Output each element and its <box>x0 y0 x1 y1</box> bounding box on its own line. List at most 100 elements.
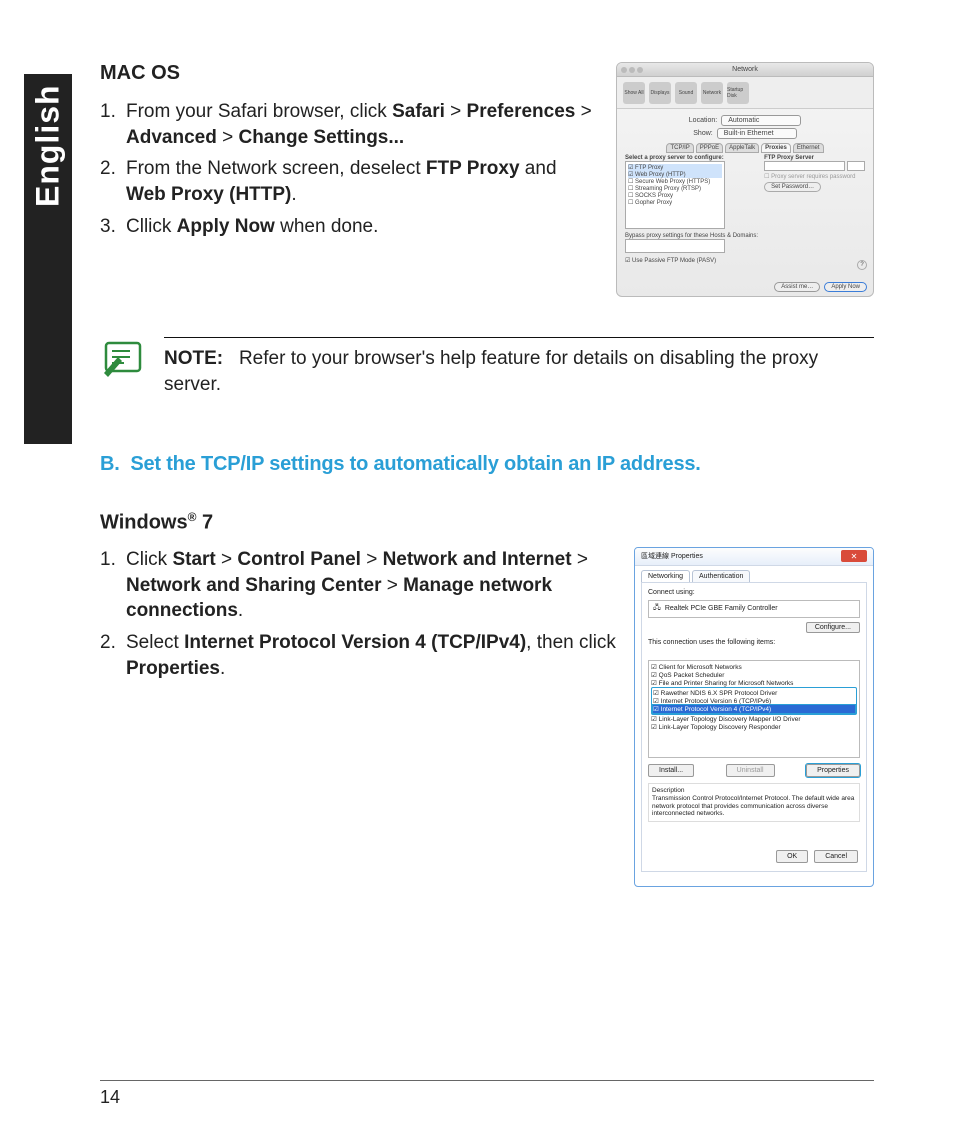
list-item: QoS Packet Scheduler <box>659 672 725 679</box>
password-required-label: Proxy server requires password <box>771 174 855 180</box>
tab-authentication: Authentication <box>692 570 750 582</box>
window-title: Network <box>617 66 873 73</box>
list-item-selected: Internet Protocol Version 4 (TCP/IPv4) <box>661 706 772 713</box>
macos-step-3: 3. Cllick Apply Now when done. <box>100 214 596 240</box>
note-label: NOTE: <box>164 348 223 369</box>
term-ipv4: Internet Protocol Version 4 (TCP/IPv4) <box>184 632 526 653</box>
macos-step-1: 1. From your Safari browser, click Safar… <box>100 99 596 150</box>
win-step-2: 2. Select Internet Protocol Version 4 (T… <box>100 630 616 681</box>
apply-now-button: Apply Now <box>824 282 867 292</box>
toolbar-sound: Sound <box>675 82 697 104</box>
macos-heading: MAC OS <box>100 62 596 85</box>
page-footer: 14 <box>100 1080 874 1108</box>
term-ftp-proxy: FTP Proxy <box>426 158 520 179</box>
properties-button: Properties <box>806 764 860 777</box>
close-button-icon: ✕ <box>841 550 867 562</box>
term-properties: Properties <box>126 658 220 679</box>
term-network-internet: Network and Internet <box>383 549 572 570</box>
toolbar-network: Network <box>701 82 723 104</box>
step-number: 2. <box>100 156 126 207</box>
sep: > <box>572 549 588 570</box>
term-advanced: Advanced <box>126 127 217 148</box>
windows-properties-screenshot: 區域連線 Properties ✕ Networking Authenticat… <box>634 547 874 887</box>
step-number: 2. <box>100 630 126 681</box>
language-tab: English <box>24 74 72 444</box>
section-prefix: B. <box>100 453 120 475</box>
tab-proxies: Proxies <box>761 143 791 153</box>
list-item: Rawether NDIS 6.X SPR Protocol Driver <box>661 690 778 697</box>
list-item: Link-Layer Topology Discovery Mapper I/O… <box>659 716 801 723</box>
windows7-heading: Windows® 7 <box>100 510 874 535</box>
location-select: Automatic <box>721 115 801 126</box>
adapter-field: 🖧 Realtek PCIe GBE Family Controller <box>648 600 860 618</box>
toolbar-displays: Displays <box>649 82 671 104</box>
proxy-server-field <box>764 161 845 171</box>
ok-button: OK <box>776 850 808 863</box>
sep: > <box>382 575 404 596</box>
list-item: File and Printer Sharing for Microsoft N… <box>659 680 794 687</box>
text: and <box>520 158 557 179</box>
section-title: Set the TCP/IP settings to automatically… <box>130 453 700 475</box>
tab-pppoe: PPPoE <box>696 143 723 153</box>
term-web-proxy: Web Proxy (HTTP) <box>126 184 291 205</box>
step-number: 1. <box>100 99 126 150</box>
description-box: Description Transmission Control Protoco… <box>648 783 860 822</box>
text: . <box>238 600 243 621</box>
note-text-body: Refer to your browser's help feature for… <box>164 348 818 395</box>
description-text: Transmission Control Protocol/Internet P… <box>652 795 856 818</box>
term-safari: Safari <box>392 101 445 122</box>
list-item: Gopher Proxy <box>635 200 672 206</box>
install-button: Install... <box>648 764 694 777</box>
help-icon: ? <box>857 260 867 270</box>
sep: > <box>361 549 383 570</box>
components-list: ☑ Client for Microsoft Networks ☑ QoS Pa… <box>648 660 860 758</box>
term-start: Start <box>172 549 215 570</box>
proxy-list-label: Select a proxy server to configure: <box>625 155 758 161</box>
bypass-field <box>625 239 725 253</box>
proxy-list: ☑ FTP Proxy ☑ Web Proxy (HTTP) ☐ Secure … <box>625 161 725 229</box>
sep: > <box>445 101 467 122</box>
tab-appletalk: AppleTalk <box>725 143 759 153</box>
text: From the Network screen, deselect <box>126 158 426 179</box>
configure-button: Configure... <box>806 622 860 633</box>
location-label: Location: <box>689 117 717 124</box>
text: Click <box>126 549 172 570</box>
text: , then click <box>526 632 616 653</box>
adapter-name: Realtek PCIe GBE Family Controller <box>665 605 778 612</box>
list-item: Link-Layer Topology Discovery Responder <box>659 724 781 731</box>
text: Select <box>126 632 184 653</box>
adapter-icon: 🖧 <box>653 603 661 614</box>
text: . <box>220 658 225 679</box>
sep: > <box>217 127 239 148</box>
macos-network-screenshot: Network Show All Displays Sound Network … <box>616 62 874 297</box>
show-label: Show: <box>693 130 712 137</box>
proxy-port-field <box>847 161 865 171</box>
note-callout: NOTE: Refer to your browser's help featu… <box>100 337 874 397</box>
pasv-checkbox-label: Use Passive FTP Mode (PASV) <box>632 258 716 264</box>
macos-step-2: 2. From the Network screen, deselect FTP… <box>100 156 596 207</box>
uses-items-label: This connection uses the following items… <box>648 639 860 646</box>
win-step-1: 1. Click Start > Control Panel > Network… <box>100 547 616 624</box>
list-item: Internet Protocol Version 6 (TCP/IPv6) <box>661 698 772 705</box>
page-content: MAC OS 1. From your Safari browser, clic… <box>100 62 874 887</box>
sep: > <box>216 549 238 570</box>
tab-tcpip: TCP/IP <box>666 143 693 153</box>
description-label: Description <box>652 787 856 795</box>
section-b-heading: B. Set the TCP/IP settings to automatica… <box>100 453 874 476</box>
term-preferences: Preferences <box>467 101 576 122</box>
term-apply-now: Apply Now <box>177 216 275 237</box>
page-number: 14 <box>100 1087 120 1107</box>
set-password-button: Set Password… <box>764 182 821 192</box>
term-sharing-center: Network and Sharing Center <box>126 575 382 596</box>
term-control-panel: Control Panel <box>237 549 361 570</box>
tab-networking: Networking <box>641 570 690 582</box>
show-select: Built-in Ethernet <box>717 128 797 139</box>
connect-using-label: Connect using: <box>648 589 860 596</box>
bypass-label: Bypass proxy settings for these Hosts & … <box>625 233 758 239</box>
step-number: 1. <box>100 547 126 624</box>
cancel-button: Cancel <box>814 850 858 863</box>
text: when done. <box>275 216 379 237</box>
text: Cllick <box>126 216 177 237</box>
step-number: 3. <box>100 214 126 240</box>
uninstall-button: Uninstall <box>726 764 775 777</box>
